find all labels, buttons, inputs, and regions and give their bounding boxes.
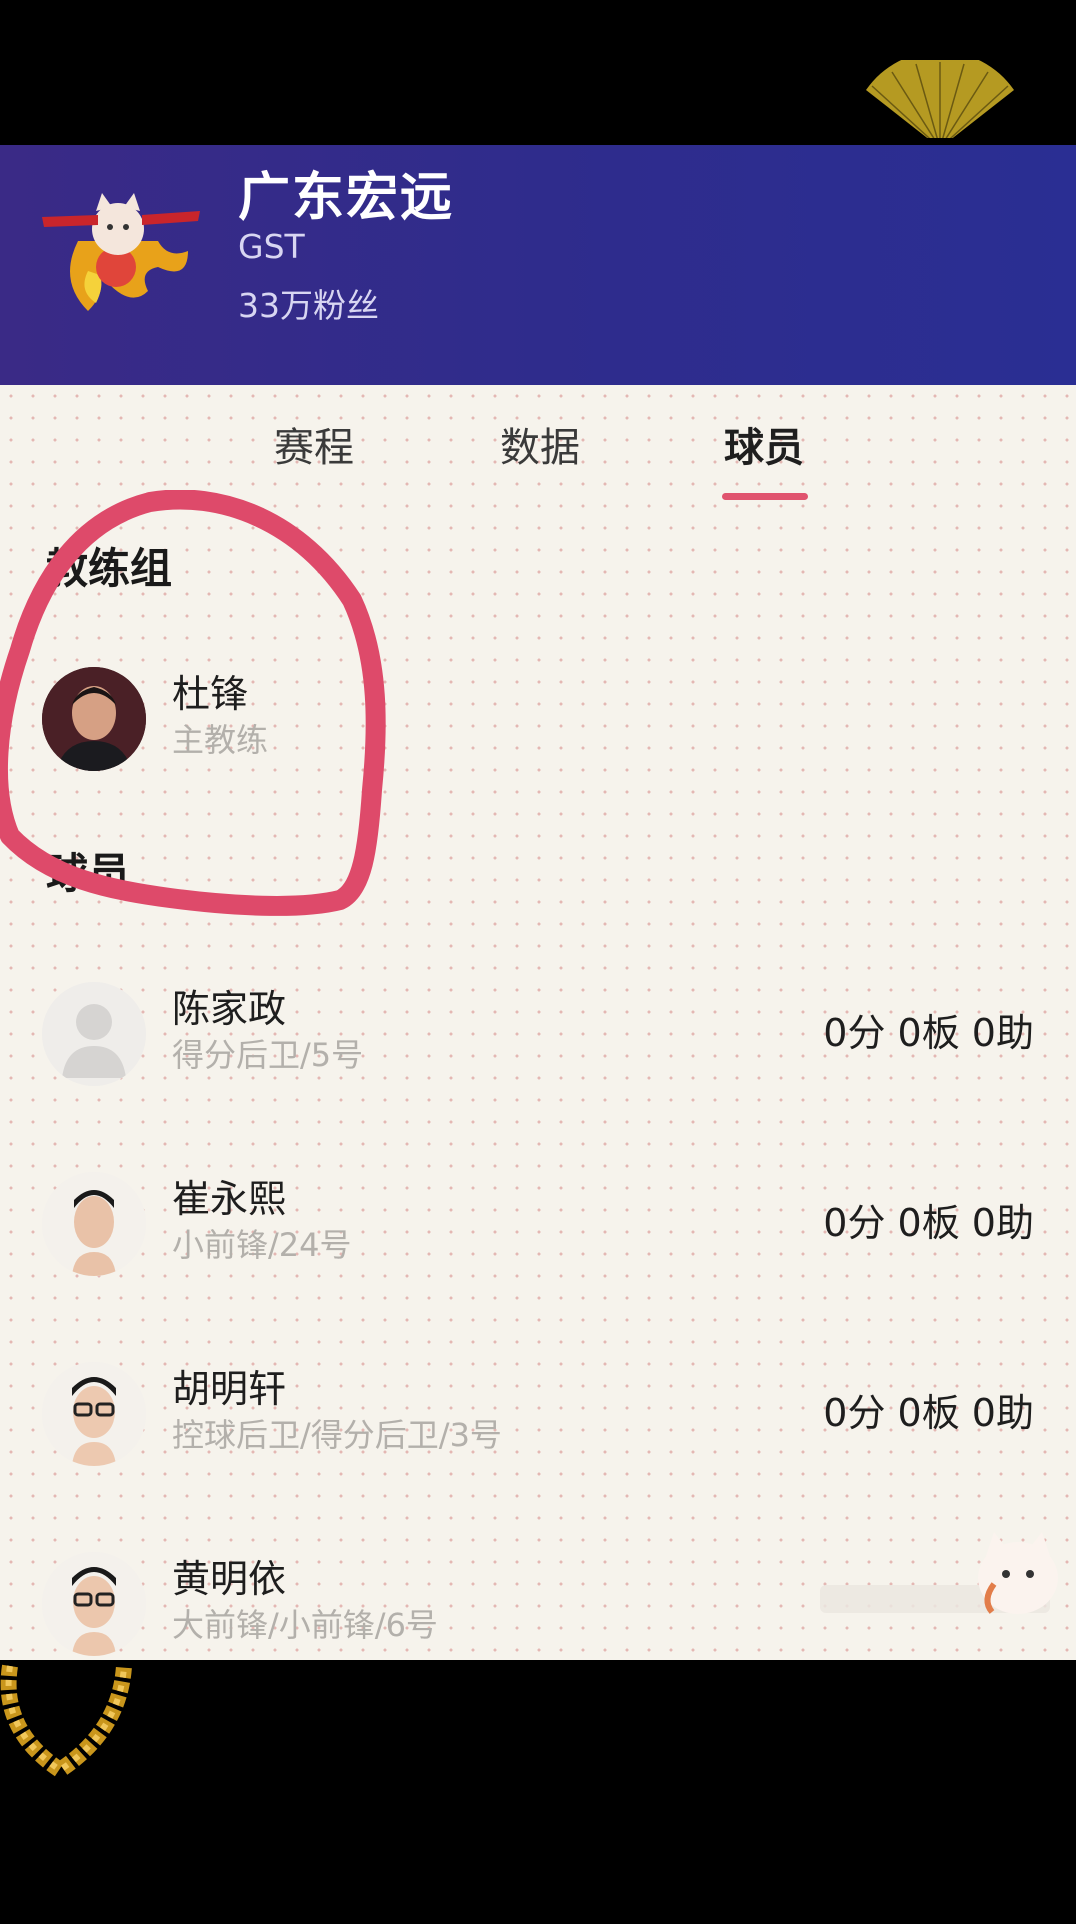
player-position: 控球后卫/得分后卫/3号 — [172, 1416, 502, 1454]
screen: 广东宏远 GST 33万粉丝 赛程 数据 球员 教练组 杜锋 主教练 球员 陈家… — [0, 0, 1076, 1924]
player-position: 得分后卫/5号 — [172, 1036, 364, 1074]
coach-section-title: 教练组 — [46, 544, 173, 593]
player-name: 胡明轩 — [172, 1367, 287, 1411]
player-stats: 0分 0板 0助 — [823, 1011, 1034, 1055]
avatar — [42, 1552, 146, 1656]
player-stats: 0分 0板 0助 — [823, 1391, 1034, 1435]
coach-name: 杜锋 — [172, 672, 249, 716]
tab-schedule[interactable]: 赛程 — [254, 415, 374, 473]
player-name: 黄明依 — [172, 1557, 287, 1601]
player-position: 大前锋/小前锋/6号 — [172, 1606, 438, 1644]
coach-photo-icon — [42, 667, 146, 771]
tab-players[interactable]: 球员 — [704, 415, 824, 473]
cat-sticker-icon — [978, 1532, 1058, 1614]
team-logo-icon — [42, 193, 200, 311]
player-row[interactable]: 崔永熙 小前锋/24号 0分 0板 0助 — [0, 1160, 1076, 1290]
avatar — [42, 1362, 146, 1466]
coach-row[interactable]: 杜锋 主教练 — [0, 655, 1076, 785]
avatar — [42, 982, 146, 1086]
content-panel: 赛程 数据 球员 教练组 杜锋 主教练 球员 陈家政 得分后卫/5号 0分 0板… — [0, 385, 1076, 1660]
players-section-title: 球员 — [46, 849, 131, 898]
player-row[interactable]: 胡明轩 控球后卫/得分后卫/3号 0分 0板 0助 — [0, 1350, 1076, 1480]
player-row[interactable]: 陈家政 得分后卫/5号 0分 0板 0助 — [0, 970, 1076, 1100]
player-photo-icon — [42, 1172, 146, 1276]
team-name: 广东宏远 — [238, 168, 455, 228]
active-tab-indicator — [722, 493, 808, 500]
avatar — [42, 667, 146, 771]
team-header: 广东宏远 GST 33万粉丝 — [0, 145, 1076, 385]
avatar — [42, 1172, 146, 1276]
gold-chain-icon — [0, 1664, 132, 1780]
tab-stats[interactable]: 数据 — [480, 415, 600, 473]
follower-count: 33万粉丝 — [238, 286, 379, 325]
fan-sticker-icon — [862, 60, 1018, 150]
coach-role: 主教练 — [172, 721, 269, 759]
player-photo-icon — [42, 1552, 146, 1656]
player-position: 小前锋/24号 — [172, 1226, 352, 1264]
player-name: 陈家政 — [172, 987, 287, 1031]
team-code: GST — [238, 227, 305, 266]
default-avatar-icon — [42, 982, 146, 1086]
player-photo-icon — [42, 1362, 146, 1466]
player-stats: 0分 0板 0助 — [823, 1201, 1034, 1245]
player-name: 崔永熙 — [172, 1177, 287, 1221]
